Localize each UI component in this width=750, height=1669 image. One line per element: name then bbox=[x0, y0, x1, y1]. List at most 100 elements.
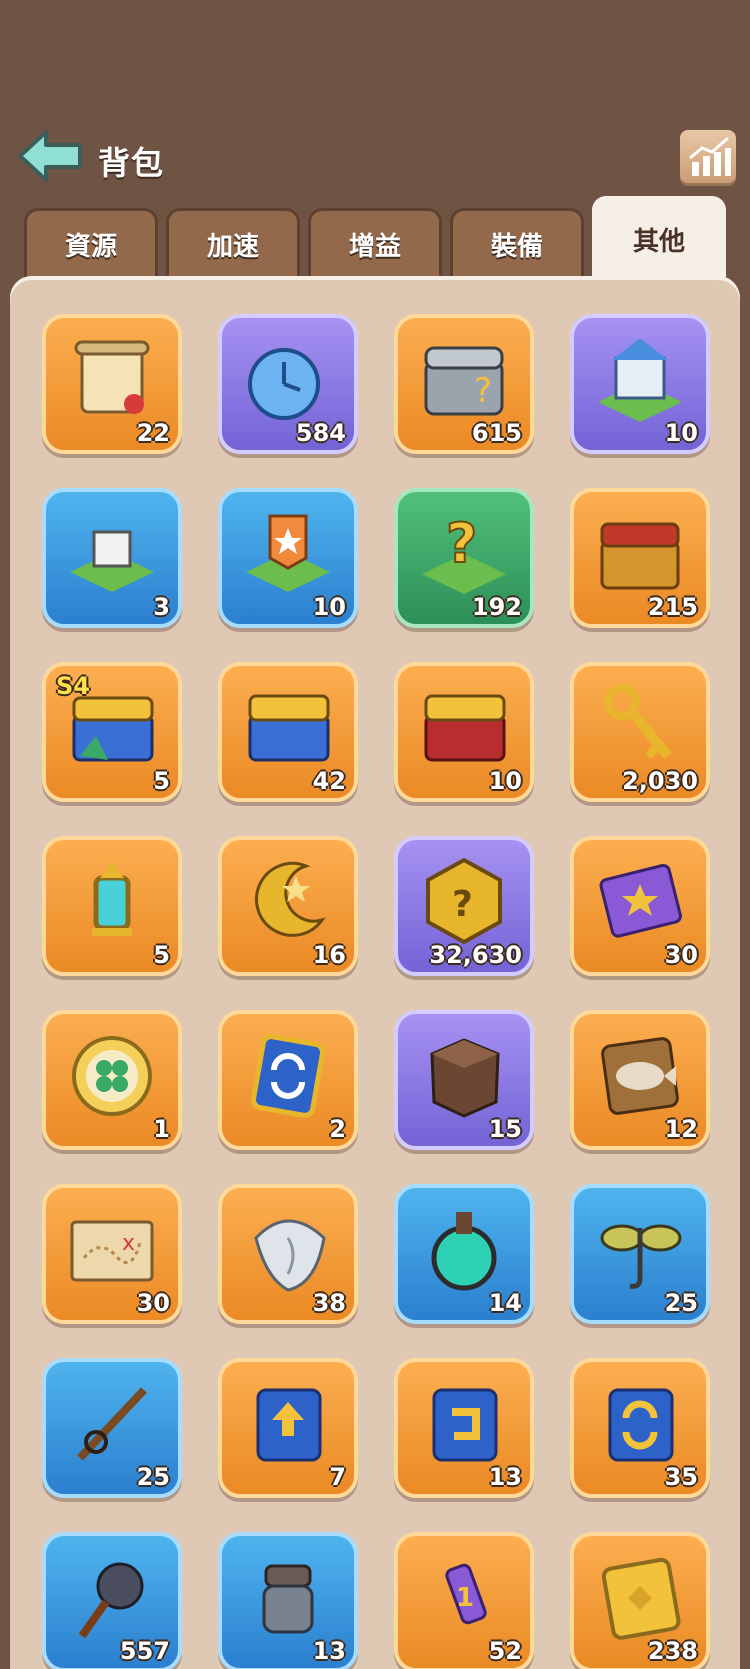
svg-text:?: ? bbox=[474, 371, 492, 411]
item-count: 13 bbox=[488, 1463, 522, 1491]
scroll-icon bbox=[74, 340, 150, 414]
fish-plaque-icon bbox=[601, 1037, 679, 1115]
item-count: 52 bbox=[488, 1637, 522, 1665]
clover-coin-icon bbox=[72, 1036, 152, 1116]
inventory-item[interactable]: 2,030 bbox=[570, 662, 710, 802]
item-count: 2,030 bbox=[622, 767, 698, 795]
item-count: 5 bbox=[153, 941, 170, 969]
inventory-item[interactable]: 14 bbox=[394, 1184, 534, 1324]
relocate-castle-icon bbox=[70, 530, 154, 592]
inventory-item[interactable]: ? 615 bbox=[394, 314, 534, 454]
tab-equipment[interactable]: 裝備 bbox=[450, 208, 584, 278]
treasure-chest-icon bbox=[600, 522, 680, 590]
item-count: 10 bbox=[664, 419, 698, 447]
svg-text:?: ? bbox=[452, 884, 473, 925]
inventory-item[interactable]: 30 bbox=[570, 836, 710, 976]
spiked-mace-icon bbox=[78, 1562, 144, 1639]
star-ticket-icon bbox=[599, 863, 682, 938]
tab-resources[interactable]: 資源 bbox=[24, 208, 158, 278]
gold-ticket-icon bbox=[601, 1557, 681, 1640]
item-count: 25 bbox=[664, 1289, 698, 1317]
svg-text:1: 1 bbox=[456, 1583, 474, 1613]
item-count: 3 bbox=[153, 593, 170, 621]
item-count: 2 bbox=[329, 1115, 346, 1143]
item-count: 215 bbox=[647, 593, 698, 621]
fishing-lure-icon bbox=[600, 1224, 682, 1289]
inventory-item[interactable]: 42 bbox=[218, 662, 358, 802]
inventory-item[interactable]: 35 bbox=[570, 1358, 710, 1498]
item-count: 15 bbox=[488, 1115, 522, 1143]
item-count: 22 bbox=[136, 419, 170, 447]
inventory-item[interactable]: S4 5 bbox=[42, 662, 182, 802]
inventory-item[interactable]: ? 32,630 bbox=[394, 836, 534, 976]
item-count: 30 bbox=[664, 941, 698, 969]
treasure-map-icon: x bbox=[70, 1220, 154, 1282]
inventory-item[interactable]: 25 bbox=[570, 1184, 710, 1324]
item-count: 615 bbox=[471, 419, 522, 447]
item-count: 35 bbox=[664, 1463, 698, 1491]
inventory-item[interactable]: 557 bbox=[42, 1532, 182, 1669]
inventory-item[interactable]: 7 bbox=[218, 1358, 358, 1498]
moon-star-icon bbox=[255, 861, 326, 937]
inventory-item[interactable]: 16 bbox=[218, 836, 358, 976]
inventory-item[interactable]: 584 bbox=[218, 314, 358, 454]
tab-boost[interactable]: 增益 bbox=[308, 208, 442, 278]
header-bar: 背包 bbox=[0, 120, 750, 200]
inventory-item[interactable]: 1 bbox=[42, 1010, 182, 1150]
lantern-icon bbox=[92, 862, 132, 936]
tab-other[interactable]: 其他 bbox=[592, 196, 726, 280]
territory-badge-icon bbox=[246, 514, 330, 592]
inventory-item[interactable]: 215 bbox=[570, 488, 710, 628]
random-teleport-icon: ? bbox=[422, 511, 506, 594]
inventory-item[interactable]: 2 bbox=[218, 1010, 358, 1150]
item-count: 584 bbox=[295, 419, 346, 447]
item-count: 25 bbox=[136, 1463, 170, 1491]
item-count: 557 bbox=[119, 1637, 170, 1665]
inventory-item[interactable]: 10 bbox=[394, 662, 534, 802]
potion-flask-icon bbox=[431, 1212, 497, 1291]
svg-text:x: x bbox=[122, 1231, 135, 1256]
item-count: 12 bbox=[664, 1115, 698, 1143]
conch-shell-icon bbox=[254, 1219, 326, 1292]
return-card-icon bbox=[432, 1388, 498, 1462]
red-gold-chest-icon bbox=[424, 694, 506, 762]
inventory-item[interactable]: 12 bbox=[570, 1010, 710, 1150]
inventory-item[interactable]: 13 bbox=[218, 1532, 358, 1669]
item-count: 30 bbox=[136, 1289, 170, 1317]
inventory-item[interactable]: 10 bbox=[218, 488, 358, 628]
inventory-item[interactable]: 3 bbox=[42, 488, 182, 628]
item-count: 13 bbox=[312, 1637, 346, 1665]
inventory-item[interactable]: 38 bbox=[218, 1184, 358, 1324]
blue-chest-icon bbox=[248, 694, 330, 762]
inventory-item[interactable]: 22 bbox=[42, 314, 182, 454]
page-title: 背包 bbox=[98, 144, 165, 182]
stone-block-icon bbox=[430, 1038, 500, 1118]
speedup-clock-icon bbox=[248, 348, 320, 420]
season-badge: S4 bbox=[56, 672, 90, 700]
inventory-item[interactable]: ? 192 bbox=[394, 488, 534, 628]
stats-button[interactable] bbox=[680, 130, 736, 186]
tab-speedup[interactable]: 加速 bbox=[166, 208, 300, 278]
item-count: 192 bbox=[471, 593, 522, 621]
inventory-item[interactable]: x 30 bbox=[42, 1184, 182, 1324]
inventory-item[interactable]: 10 bbox=[570, 314, 710, 454]
inventory-item[interactable]: 13 bbox=[394, 1358, 534, 1498]
item-count: 1 bbox=[153, 1115, 170, 1143]
inventory-item[interactable]: 15 bbox=[394, 1010, 534, 1150]
back-arrow-icon bbox=[18, 130, 82, 182]
inventory-item[interactable]: 5 bbox=[42, 836, 182, 976]
item-count: 14 bbox=[488, 1289, 522, 1317]
castle-skin-icon bbox=[598, 338, 682, 422]
item-count: 16 bbox=[312, 941, 346, 969]
item-count: 7 bbox=[329, 1463, 346, 1491]
inventory-item[interactable]: 1 52 bbox=[394, 1532, 534, 1669]
inventory-item[interactable]: 238 bbox=[570, 1532, 710, 1669]
swap-card-icon bbox=[608, 1388, 674, 1462]
back-button[interactable] bbox=[16, 128, 86, 184]
item-count: 238 bbox=[647, 1637, 698, 1665]
inventory-item[interactable]: 25 bbox=[42, 1358, 182, 1498]
equipment-chest-icon: ? bbox=[424, 346, 504, 416]
item-count: 5 bbox=[153, 767, 170, 795]
category-tabs: 資源 加速 增益 裝備 其他 bbox=[0, 196, 750, 280]
inventory-panel: 22 584? 615 10 3 10? 192 215 S4 5 42 10 2,030 5 16? 32,… bbox=[10, 276, 740, 1669]
